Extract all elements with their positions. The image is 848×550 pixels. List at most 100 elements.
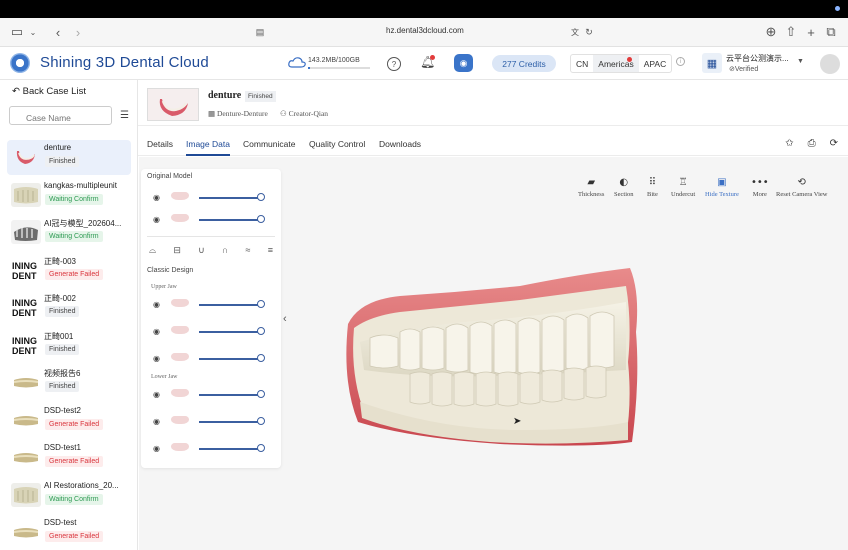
opacity-slider[interactable] (199, 219, 261, 221)
case-thumbnail-image: INING DENT (11, 295, 41, 319)
lower-arch-icon[interactable]: ∪ (198, 245, 205, 256)
tab-downloads[interactable]: Downloads (379, 139, 421, 149)
case-list-item[interactable]: INING DENT 正畸-003 Generate Failed (7, 253, 131, 288)
upper-arch-icon[interactable]: ∩ (222, 245, 228, 256)
eye-icon[interactable]: ◉ (153, 300, 160, 309)
bite-view-icon[interactable]: ⊟ (173, 245, 181, 256)
share-icon[interactable]: ⇧ (782, 23, 800, 41)
slider-handle[interactable] (257, 300, 265, 308)
jaw-icon (171, 192, 189, 203)
credits-badge[interactable]: 277 Credits (492, 55, 556, 72)
case-thumbnail-image (11, 483, 41, 507)
hide-texture-tool[interactable]: ▣ Hide Texture (705, 177, 739, 198)
tab-quality-control[interactable]: Quality Control (309, 139, 365, 149)
back-case-list-button[interactable]: ↶ Back Case List (12, 86, 86, 97)
region-americas[interactable]: Americas (593, 55, 639, 72)
organization-name[interactable]: 云平台公测演示... (726, 53, 789, 64)
eye-icon[interactable]: ◉ (153, 354, 160, 363)
more-tool[interactable]: ••• More (751, 177, 769, 198)
layer-row: ◉ (147, 191, 275, 205)
slider-handle[interactable] (257, 193, 265, 201)
case-list-item[interactable]: INING DENT 正畸001 Finished (7, 328, 131, 363)
case-list-item[interactable]: DSD-test Generate Failed (7, 515, 131, 550)
thickness-tool[interactable]: ▰ Thickness (578, 177, 604, 198)
bite-tool[interactable]: ⠿ Bite (647, 177, 658, 198)
case-list-item[interactable]: AI Restorations_20... Waiting Confirm (7, 478, 131, 513)
side-view-icon[interactable]: ≈ (246, 245, 251, 256)
case-list-item[interactable]: DSD-test2 Generate Failed (7, 403, 131, 438)
print-icon[interactable]: ⎙ (808, 138, 816, 149)
forward-arrow-icon[interactable]: › (69, 23, 87, 41)
opacity-slider[interactable] (199, 448, 261, 450)
case-list-item[interactable]: kangkas-multipleunit Waiting Confirm (7, 178, 131, 213)
slider-handle[interactable] (257, 354, 265, 362)
eye-icon[interactable]: ◉ (153, 417, 160, 426)
case-status-badge: Finished (45, 306, 80, 317)
case-list-item[interactable]: denture Finished (7, 140, 131, 175)
cloud-icon (288, 57, 306, 68)
info-icon[interactable]: i (676, 57, 685, 66)
verified-status: ⊘Verified (729, 66, 759, 73)
case-thumbnail-image (11, 408, 41, 432)
case-search-input[interactable] (9, 106, 112, 125)
storage-progress-fill (308, 67, 311, 69)
case-list-item[interactable]: INING DENT 正畸-002 Finished (7, 290, 131, 325)
opacity-slider[interactable] (199, 358, 261, 360)
url-bar[interactable]: hz.dental3dcloud.com (386, 26, 464, 35)
section-label: Section (614, 191, 634, 198)
case-list-item[interactable]: 视频报告6 Finished (7, 365, 131, 400)
opacity-slider[interactable] (199, 331, 261, 333)
hide-texture-icon: ▣ (717, 177, 727, 188)
eye-icon[interactable]: ◉ (153, 215, 160, 224)
slider-handle[interactable] (257, 444, 265, 452)
denture-3d-model[interactable] (340, 262, 645, 452)
opacity-slider[interactable] (199, 394, 261, 396)
eye-icon[interactable]: ◉ (153, 390, 160, 399)
case-name: DSD-test2 (44, 406, 81, 415)
tab-communicate[interactable]: Communicate (243, 139, 295, 149)
slider-handle[interactable] (257, 215, 265, 223)
tabs-overview-icon[interactable]: ⧉ (822, 23, 840, 41)
org-dropdown-icon[interactable]: ▼ (797, 58, 804, 65)
tab-image-data[interactable]: Image Data (186, 139, 230, 149)
case-list-item[interactable]: AI冠与模型_202604... Waiting Confirm (7, 215, 131, 250)
tab-details[interactable]: Details (147, 139, 173, 149)
reset-camera-tool[interactable]: ⟲ Reset Camera View (776, 177, 827, 198)
section-tool[interactable]: ◐ Section (614, 177, 634, 198)
collapse-panel-icon[interactable]: ‹ (283, 313, 287, 325)
chevron-down-icon[interactable]: ⌄ (24, 23, 42, 41)
region-cn[interactable]: CN (571, 55, 593, 72)
eye-icon[interactable]: ◉ (153, 193, 160, 202)
divider (147, 236, 275, 237)
arch-view-icon[interactable]: ⌓ (149, 245, 156, 256)
user-avatar[interactable] (820, 54, 840, 74)
case-creator-label: Creator-Qian (288, 109, 329, 118)
undo-arrow-icon: ↶ (12, 86, 23, 97)
chat-app-icon[interactable]: ◉ (454, 54, 473, 72)
download-icon[interactable]: ⊕ (762, 23, 780, 41)
region-apac[interactable]: APAC (639, 55, 672, 72)
filter-icon[interactable]: ☰ (120, 110, 129, 121)
case-list-item[interactable]: DSD-test1 Generate Failed (7, 440, 131, 475)
layer-row: ◉ (147, 442, 275, 456)
jaw-icon (171, 214, 189, 225)
stack-view-icon[interactable]: ≡ (268, 245, 273, 256)
undercut-tool[interactable]: ♖ Undercut (671, 177, 695, 198)
help-icon[interactable]: ? (387, 57, 401, 71)
undercut-label: Undercut (671, 191, 696, 198)
eye-icon[interactable]: ◉ (153, 327, 160, 336)
slider-handle[interactable] (257, 327, 265, 335)
reload-icon[interactable]: ↻ (580, 23, 598, 41)
star-icon[interactable]: ✩ (785, 138, 793, 149)
new-tab-icon[interactable]: + (802, 23, 820, 41)
reset-camera-icon: ⟲ (797, 177, 806, 188)
slider-handle[interactable] (257, 390, 265, 398)
slider-handle[interactable] (257, 417, 265, 425)
opacity-slider[interactable] (199, 197, 261, 199)
back-arrow-icon[interactable]: ‹ (49, 23, 67, 41)
refresh-icon[interactable]: ⟳ (830, 138, 838, 149)
opacity-slider[interactable] (199, 421, 261, 423)
opacity-slider[interactable] (199, 304, 261, 306)
case-thumbnail-image (11, 445, 41, 469)
eye-icon[interactable]: ◉ (153, 444, 160, 453)
